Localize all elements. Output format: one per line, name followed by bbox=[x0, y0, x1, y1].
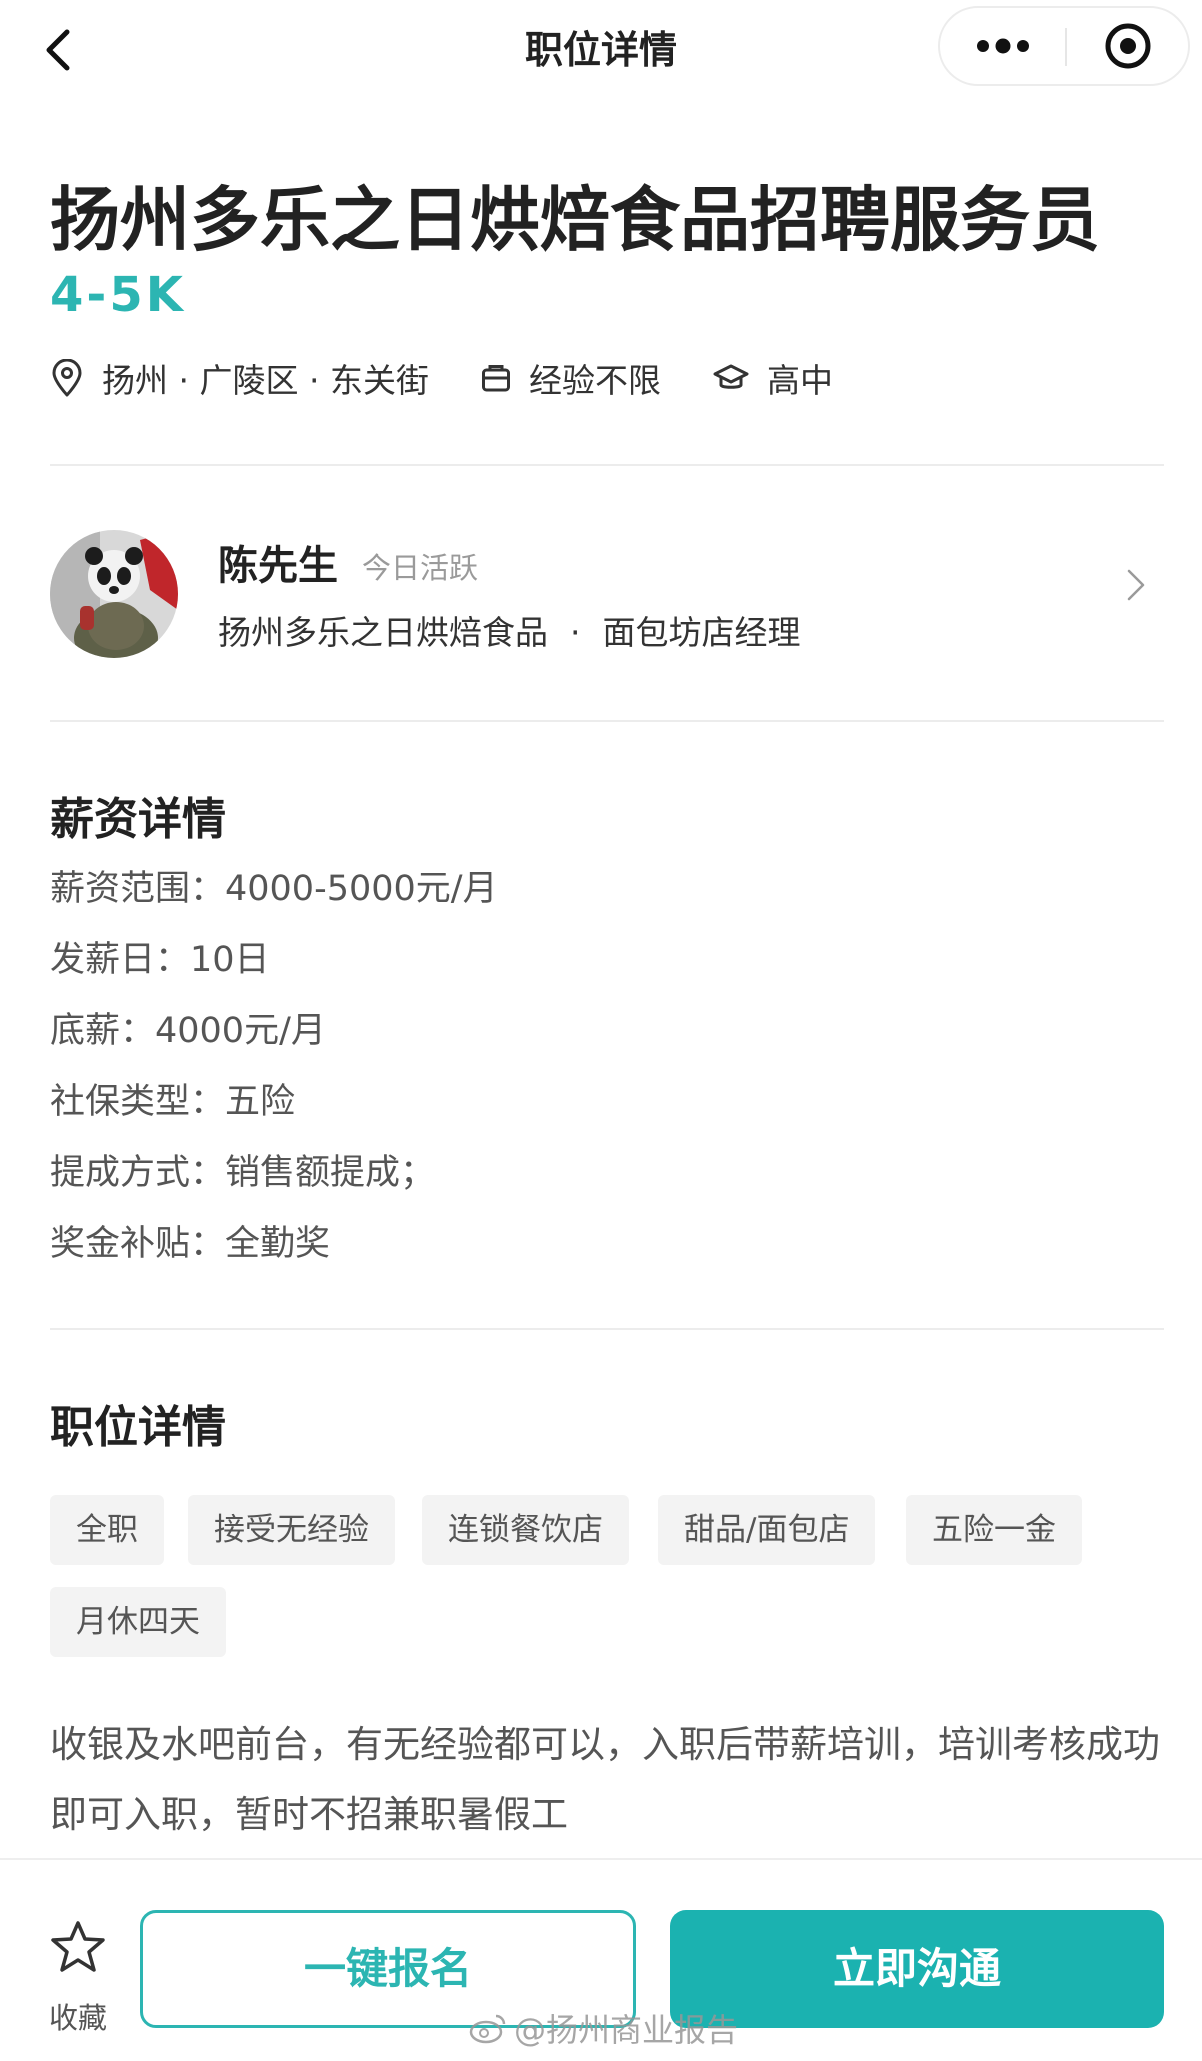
job-education: 高中 bbox=[713, 354, 833, 402]
chevron-right-icon bbox=[1127, 569, 1145, 601]
divider bbox=[50, 720, 1164, 722]
pay-day: 发薪日：10日 bbox=[50, 940, 270, 980]
mini-program-capsule bbox=[938, 6, 1190, 86]
base-salary: 底薪：4000元/月 bbox=[50, 1011, 326, 1051]
target-circle-icon bbox=[1105, 23, 1151, 69]
divider bbox=[50, 1328, 1164, 1330]
tag: 月休四天 bbox=[50, 1587, 226, 1657]
job-experience: 经验不限 bbox=[481, 354, 661, 402]
close-button[interactable] bbox=[1066, 8, 1190, 84]
favorite-label: 收藏 bbox=[48, 2001, 107, 2035]
job-meta-row: 扬州 · 广陵区 · 东关街 经验不限 高中 bbox=[50, 350, 833, 406]
salary-details-heading: 薪资详情 bbox=[50, 794, 226, 845]
location-pin-icon bbox=[52, 359, 82, 397]
bonus-subsidy: 奖金补贴：全勤奖 bbox=[50, 1224, 331, 1264]
job-title: 扬州多乐之日烘焙食品招聘服务员 bbox=[50, 179, 1100, 261]
tag: 甜品/面包店 bbox=[658, 1495, 876, 1565]
favorite-button[interactable]: 收藏 bbox=[30, 1920, 126, 2040]
watermark-text: @扬州商业报告 bbox=[514, 2011, 739, 2049]
recruiter-name: 陈先生 bbox=[218, 543, 338, 589]
commission-method: 提成方式：销售额提成； bbox=[50, 1153, 436, 1193]
watermark: @扬州商业报告 bbox=[468, 2008, 739, 2049]
job-location: 扬州 · 广陵区 · 东关街 bbox=[50, 354, 429, 402]
more-button[interactable] bbox=[940, 8, 1066, 84]
job-experience-text: 经验不限 bbox=[528, 361, 661, 400]
recruiter-active-status: 今日活跃 bbox=[362, 551, 479, 585]
bottom-action-bar: 收藏 一键报名 立即沟通 @扬州商业报告 bbox=[0, 1858, 1202, 2061]
graduation-cap-icon bbox=[713, 364, 749, 389]
tag: 全职 bbox=[50, 1495, 164, 1565]
social-insurance: 社保类型：五险 bbox=[50, 1082, 296, 1122]
star-icon bbox=[51, 1921, 105, 1972]
job-salary: 4-5K bbox=[50, 267, 186, 323]
briefcase-icon bbox=[481, 365, 510, 392]
navigation-bar: 职位详情 bbox=[0, 0, 1202, 100]
more-dots-icon bbox=[977, 38, 1029, 54]
job-education-text: 高中 bbox=[766, 361, 833, 400]
recruiter-card[interactable]: 陈先生 今日活跃 扬州多乐之日烘焙食品 · 面包坊店经理 bbox=[0, 490, 1202, 710]
job-location-text: 扬州 · 广陵区 · 东关街 bbox=[102, 361, 429, 400]
recruiter-company: 扬州多乐之日烘焙食品 bbox=[218, 613, 548, 652]
separator-dot: · bbox=[570, 613, 581, 652]
tag: 接受无经验 bbox=[188, 1495, 395, 1565]
recruiter-position: 面包坊店经理 bbox=[602, 613, 801, 652]
weibo-icon bbox=[469, 2014, 506, 2044]
job-description: 收银及水吧前台，有无经验都可以，入职后带薪培训，培训考核成功即可入职，暂时不招兼… bbox=[50, 1723, 1160, 1836]
tag: 连锁餐饮店 bbox=[422, 1495, 629, 1565]
recruiter-company-line: 扬州多乐之日烘焙食品 · 面包坊店经理 bbox=[218, 610, 801, 656]
chat-now-button[interactable]: 立即沟通 bbox=[670, 1910, 1164, 2028]
salary-range: 薪资范围：4000-5000元/月 bbox=[50, 869, 498, 909]
tag: 五险一金 bbox=[906, 1495, 1082, 1565]
avatar bbox=[50, 530, 178, 658]
divider bbox=[50, 464, 1164, 466]
job-details-heading: 职位详情 bbox=[50, 1402, 226, 1453]
